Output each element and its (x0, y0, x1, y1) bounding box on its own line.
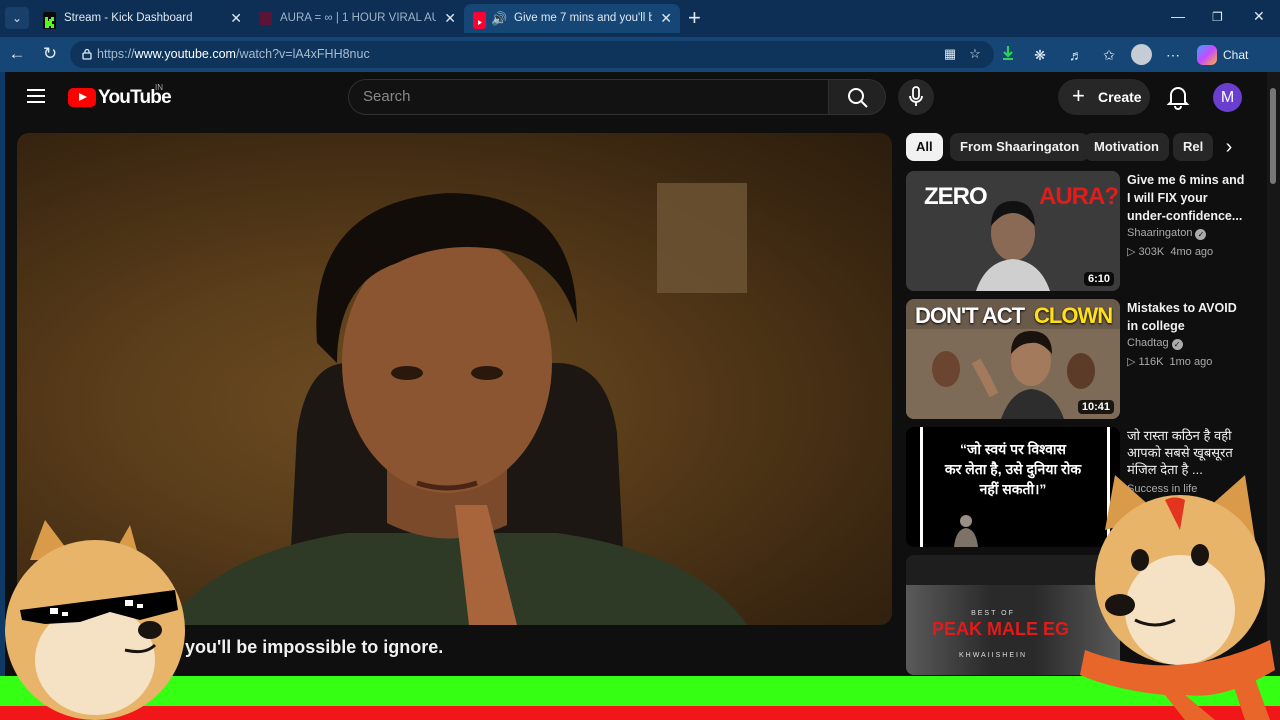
kick-favicon-icon (43, 12, 56, 29)
chevron-right-icon[interactable]: › (1217, 134, 1241, 160)
video-stats: ▷ 303K 4mo ago (1127, 246, 1214, 258)
youtube-favicon-icon (259, 12, 272, 25)
video-stats: ▷ 116K 1mo ago (1127, 356, 1213, 368)
download-extension-icon[interactable] (998, 45, 1018, 65)
youtube-play-icon (68, 88, 96, 107)
copilot-chat-button[interactable]: Chat (1195, 43, 1275, 67)
youtube-favicon-icon (473, 12, 486, 29)
related-filter-chips: All From Shaaringaton Motivation Rel (906, 133, 1246, 161)
media-control-icon[interactable]: ♬ (1066, 45, 1086, 65)
chip-from-channel[interactable]: From Shaaringaton (950, 133, 1090, 161)
buddha-statue-icon (954, 515, 978, 547)
recommendation-card[interactable]: DON'T ACT CLOWN 10:41 Mistakes to AVOID … (906, 299, 1246, 419)
tab-current-video[interactable]: 🔊 Give me 7 mins and you'll be i ✕ (464, 4, 680, 33)
duration-badge: 6:10 (1083, 272, 1114, 286)
verified-check-icon: ✓ (1171, 339, 1183, 350)
site-info-icon[interactable] (80, 47, 94, 61)
views-icon: ▷ (1127, 246, 1136, 258)
microphone-icon (909, 86, 923, 106)
recommendation-title[interactable]: Mistakes to AVOID in college (1127, 299, 1249, 335)
verified-check-icon: ✓ (1195, 229, 1207, 240)
close-tab-icon[interactable]: ✕ (444, 4, 456, 33)
close-tab-icon[interactable]: ✕ (230, 4, 242, 33)
app-available-icon[interactable]: ▦ (942, 46, 958, 62)
video-thumbnail[interactable]: ZERO AURA? 6:10 (906, 171, 1120, 291)
profile-avatar[interactable] (1131, 44, 1152, 65)
youtube-logo[interactable]: YouTube IN (68, 83, 172, 108)
favorite-star-icon[interactable]: ☆ (967, 46, 983, 62)
search-input[interactable]: Search (348, 79, 829, 115)
audio-playing-icon[interactable]: 🔊 (491, 4, 507, 33)
plus-icon: + (1072, 83, 1085, 108)
minimize-window-button[interactable]: — (1171, 8, 1185, 24)
doge-scarf-sticker (1080, 475, 1275, 720)
notifications-bell-icon[interactable] (1165, 84, 1191, 110)
voice-search-button[interactable] (898, 79, 934, 115)
search-button[interactable] (828, 79, 886, 115)
chip-related[interactable]: Rel (1173, 133, 1214, 161)
copilot-icon (1197, 45, 1217, 65)
scrollbar-thumb[interactable] (1270, 88, 1276, 184)
video-thumbnail[interactable]: DON'T ACT CLOWN 10:41 (906, 299, 1120, 419)
channel-name[interactable]: Chadtag ✓ (1127, 337, 1183, 350)
video-title: you'll be impossible to ignore. (185, 637, 444, 657)
favorites-icon[interactable]: ✩ (1099, 45, 1119, 65)
search-icon (848, 88, 868, 108)
duration-badge: 10:41 (1077, 400, 1114, 414)
url-text: https://www.youtube.com/watch?v=lA4xFHH8… (97, 47, 370, 61)
address-bar[interactable]: https://www.youtube.com/watch?v=lA4xFHH8… (70, 41, 994, 68)
refresh-button[interactable]: ↻ (38, 42, 62, 66)
account-avatar[interactable]: M (1213, 83, 1242, 112)
tab-kick-dashboard[interactable]: Stream - Kick Dashboard ✕ (34, 4, 250, 33)
close-tab-icon[interactable]: ✕ (660, 4, 672, 33)
browser-tab-bar: ⌄ Stream - Kick Dashboard ✕ AURA = ∞ | 1… (0, 0, 1280, 37)
extensions-puzzle-icon[interactable]: ❋ (1030, 45, 1050, 65)
more-options-icon[interactable]: ⋯ (1163, 45, 1183, 65)
guide-menu-icon[interactable] (27, 89, 45, 103)
new-tab-button[interactable]: + (688, 6, 701, 30)
tab-aura-video[interactable]: AURA = ∞ | 1 HOUR VIRAL AURA ✕ (250, 4, 464, 33)
browser-toolbar: ← ↻ https://www.youtube.com/watch?v=lA4x… (0, 37, 1280, 72)
doge-sunglasses-sticker (5, 520, 185, 720)
views-icon: ▷ (1127, 356, 1136, 368)
tab-actions-menu-button[interactable]: ⌄ (5, 7, 29, 29)
recommendation-card[interactable]: ZERO AURA? 6:10 Give me 6 mins and I wil… (906, 171, 1246, 291)
chip-all[interactable]: All (906, 133, 943, 161)
close-window-button[interactable]: ✕ (1253, 8, 1265, 25)
chip-motivation[interactable]: Motivation (1084, 133, 1169, 161)
channel-name[interactable]: Shaaringaton ✓ (1127, 227, 1207, 240)
back-button[interactable]: ← (5, 42, 29, 66)
create-button[interactable]: + Create (1058, 79, 1150, 115)
maximize-window-button[interactable]: ❐ (1212, 10, 1223, 24)
recommendation-title[interactable]: Give me 6 mins and I will FIX your under… (1127, 171, 1249, 225)
